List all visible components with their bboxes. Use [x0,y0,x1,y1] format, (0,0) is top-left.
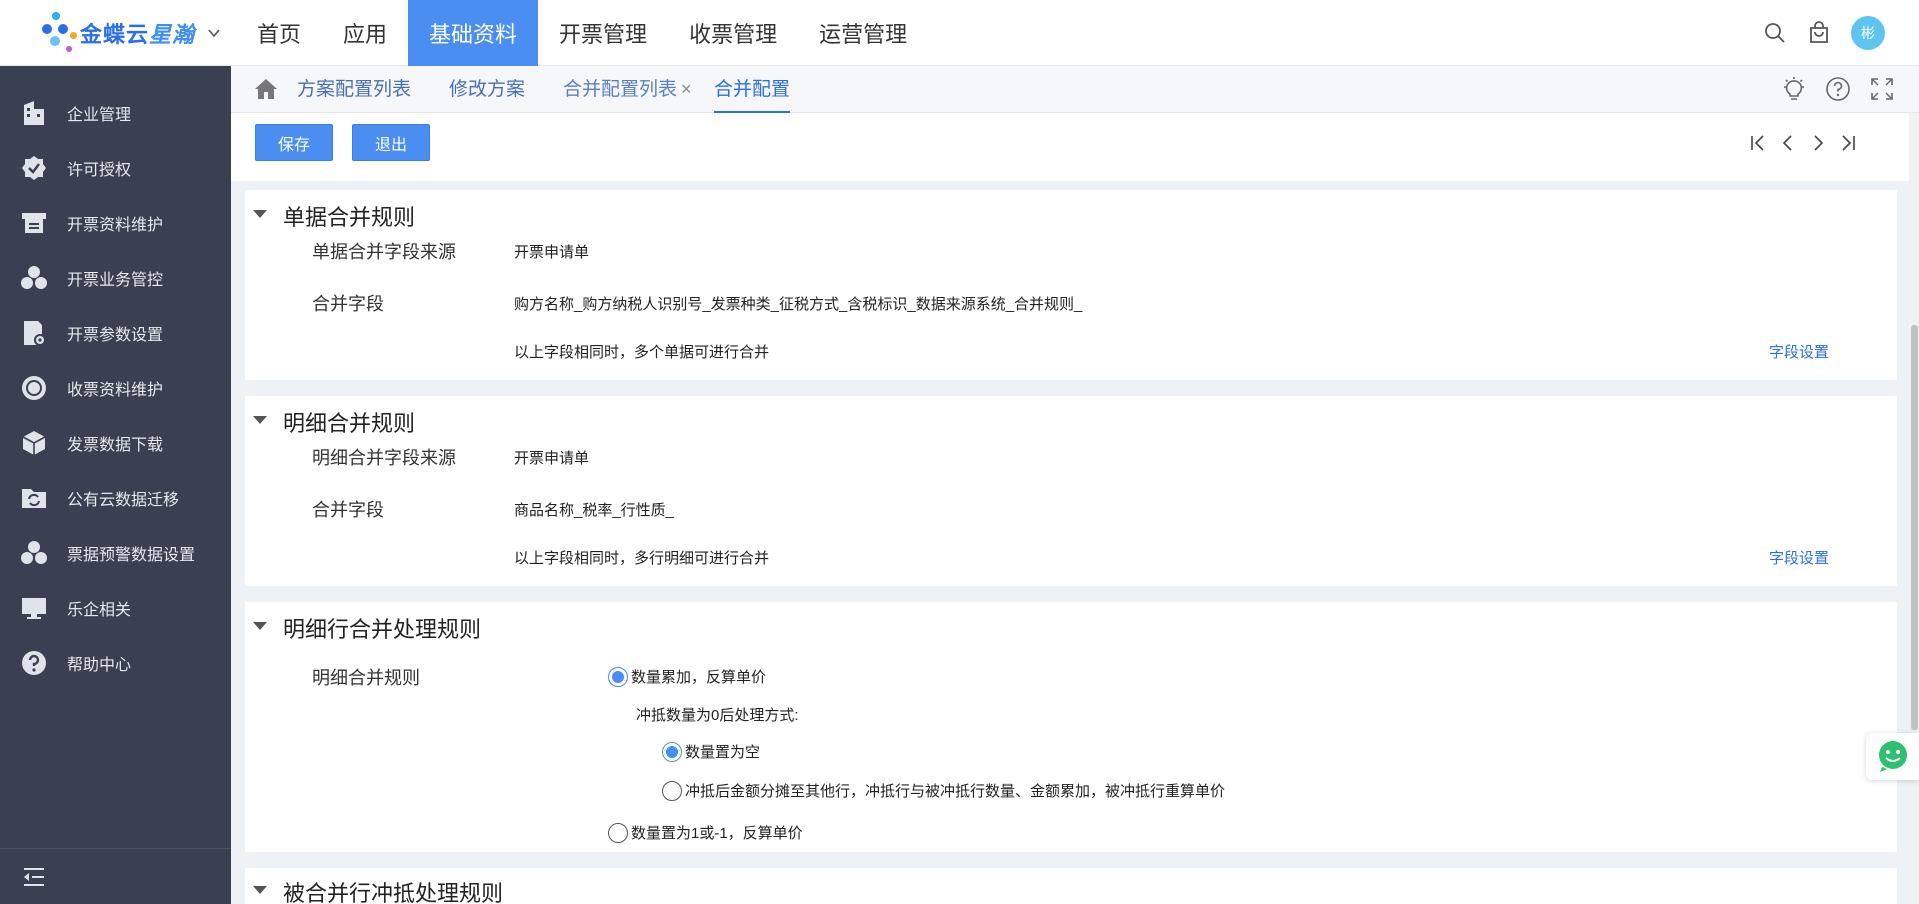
collapse-menu-icon[interactable] [22,867,46,887]
section-detail-merge: 明细合并规则 明细合并字段来源 开票申请单 合并字段 商品名称_税率_行性质_ … [245,396,1897,586]
cube-icon [22,431,46,455]
detail-source-value: 开票申请单 [514,450,590,467]
scrollbar-thumb[interactable] [1911,325,1918,730]
bill-source-label: 单据合并字段来源 [312,242,456,262]
offset-zero-label: 冲抵数量为0后处理方式: [636,707,799,724]
tab-edit-scheme[interactable]: 修改方案 [449,66,525,113]
bill-field-settings-link[interactable]: 字段设置 [1769,341,1829,362]
first-page-icon[interactable] [1749,133,1767,153]
prev-page-icon[interactable] [1779,133,1797,153]
bill-hint: 以上字段相同时，多个单据可进行合并 [514,344,770,361]
circle-icon [22,376,46,400]
next-page-icon[interactable] [1809,133,1827,153]
monitor-icon [22,598,46,619]
search-icon[interactable] [1763,21,1787,45]
detail-hint: 以上字段相同时，多行明细可进行合并 [514,550,770,567]
tab-merge-config[interactable]: 合并配置 [714,66,791,113]
radio-checked-icon [662,741,682,762]
section-toggle-line-merge[interactable]: 明细行合并处理规则 [252,612,481,644]
save-button[interactable]: 保存 [255,124,334,161]
close-icon[interactable]: × [681,79,692,99]
nav-item-invoicing[interactable]: 开票管理 [538,0,668,66]
nav-item-home[interactable]: 首页 [236,0,322,66]
sidebar-item-help[interactable]: 帮助中心 [0,635,231,691]
chevron-down-icon[interactable] [207,26,221,40]
fullscreen-icon[interactable] [1869,76,1895,102]
sidebar-item-receipt-data[interactable]: 收票资料维护 [0,360,231,416]
folder-sync-icon [22,489,46,508]
last-page-icon[interactable] [1839,133,1857,153]
chat-smile-icon [1879,741,1907,772]
sidebar-item-leqi[interactable]: 乐企相关 [0,580,231,636]
detail-field-settings-link[interactable]: 字段设置 [1769,547,1829,568]
line-rule-label: 明细合并规则 [312,668,420,688]
sidebar-item-invoice-control[interactable]: 开票业务管控 [0,250,231,306]
radio-quantity-empty[interactable]: 数量置为空 [662,741,760,762]
section-toggle-offset[interactable]: 被合并行冲抵处理规则 [252,876,503,904]
bill-fields-value: 购方名称_购方纳税人识别号_发票种类_征税方式_含税标识_数据来源系统_合并规则… [514,296,1083,313]
record-pager [1749,133,1857,153]
brand-name: 金蝶云星瀚 [80,22,196,47]
section-offset-processing: 被合并行冲抵处理规则 [245,868,1897,904]
building-icon [24,101,44,125]
badge-check-icon [22,156,46,180]
nav-item-apps[interactable]: 应用 [322,0,408,66]
chat-assistant-button[interactable] [1866,733,1919,780]
breadcrumb-tabs: 方案配置列表 修改方案 合并配置列表 × 合并配置 [231,66,1919,113]
section-line-merge-processing: 明细行合并处理规则 明细合并规则 数量累加，反算单价 冲抵数量为0后处理方式: … [245,602,1897,852]
section-toggle-detail-merge[interactable]: 明细合并规则 [252,406,415,438]
logo-mark-icon [42,12,78,54]
nav-item-operations[interactable]: 运营管理 [798,0,928,66]
top-actions: 彬 [1763,16,1885,50]
home-icon[interactable] [253,77,279,101]
bill-source-value: 开票申请单 [514,244,590,261]
radio-quantity-one[interactable]: 数量置为1或-1，反算单价 [608,822,803,843]
sidebar-item-warning-settings[interactable]: 票据预警数据设置 [0,525,231,581]
tab-scheme-list[interactable]: 方案配置列表 [297,66,411,113]
section-toggle-bill-merge[interactable]: 单据合并规则 [252,200,415,232]
top-navbar: 金蝶云星瀚 首页 应用 基础资料 开票管理 收票管理 运营管理 彬 [0,0,1919,66]
shopping-bag-icon[interactable] [1807,21,1831,45]
sidebar: 企业管理 许可授权 开票资料维护 开票业务管控 开票参数设置 收票资料维护 发票… [0,66,231,904]
nav-item-basic-data[interactable]: 基础资料 [408,0,539,66]
sidebar-item-invoice-params[interactable]: 开票参数设置 [0,305,231,361]
cluster-icon [21,266,47,289]
main-nav: 首页 应用 基础资料 开票管理 收票管理 运营管理 [236,0,928,66]
radio-accumulate-quantity[interactable]: 数量累加，反算单价 [608,666,766,687]
sidebar-item-invoice-data[interactable]: 开票资料维护 [0,195,231,251]
sidebar-item-invoice-download[interactable]: 发票数据下载 [0,415,231,471]
detail-source-label: 明细合并字段来源 [312,448,456,468]
lightbulb-icon[interactable] [1781,76,1807,102]
radio-checked-icon [608,666,628,687]
sidebar-item-enterprise[interactable]: 企业管理 [0,85,231,141]
radio-unchecked-icon [608,822,628,843]
sidebar-collapse[interactable] [0,848,231,904]
help-icon [22,651,46,675]
brand-logo[interactable]: 金蝶云星瀚 [42,12,221,54]
cluster-icon [21,541,47,564]
sidebar-item-license[interactable]: 许可授权 [0,140,231,196]
nav-item-receiving[interactable]: 收票管理 [668,0,798,66]
bill-fields-label: 合并字段 [312,294,384,314]
printer-icon [22,213,46,233]
doc-gear-icon [24,321,46,346]
detail-fields-label: 合并字段 [312,500,384,520]
help-circle-icon[interactable] [1825,76,1851,102]
tab-merge-config-list[interactable]: 合并配置列表 × [563,66,692,113]
radio-amount-allocate[interactable]: 冲抵后金额分摊至其他行，冲抵行与被冲抵行数量、金额累加，被冲抵行重算单价 [662,780,1225,801]
section-bill-merge: 单据合并规则 单据合并字段来源 开票申请单 合并字段 购方名称_购方纳税人识别号… [245,190,1897,380]
radio-unchecked-icon [662,780,682,801]
tab-actions [1781,76,1895,102]
user-avatar[interactable]: 彬 [1851,16,1885,50]
exit-button[interactable]: 退出 [352,124,431,161]
form-toolbar: 保存 退出 [231,113,1919,181]
sidebar-item-cloud-migration[interactable]: 公有云数据迁移 [0,470,231,526]
detail-fields-value: 商品名称_税率_行性质_ [514,502,675,519]
